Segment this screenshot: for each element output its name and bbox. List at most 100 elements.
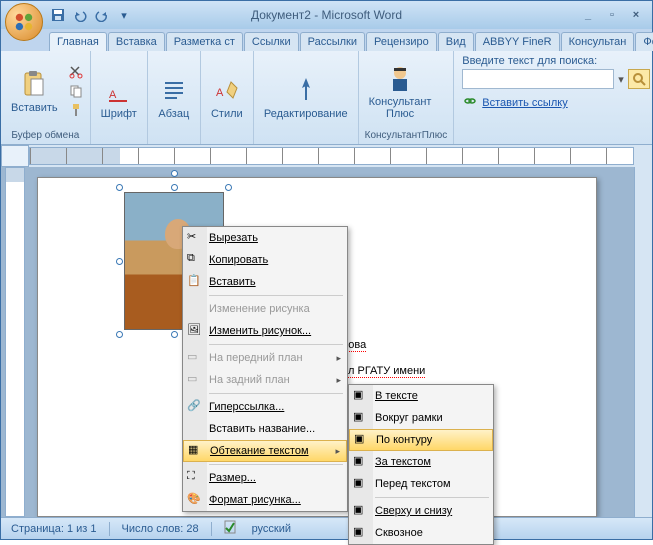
- wrap-icon: ▦: [188, 443, 204, 459]
- close-button[interactable]: ×: [628, 7, 644, 23]
- menu-cut[interactable]: ✂Вырезать: [183, 227, 347, 249]
- copy-icon: ⧉: [187, 252, 203, 268]
- menu-copy[interactable]: ⧉Копировать: [183, 249, 347, 271]
- menu-text-wrapping[interactable]: ▦Обтекание текстом▸: [183, 440, 347, 462]
- editing-button[interactable]: Редактирование: [260, 72, 352, 122]
- tab-mailings[interactable]: Рассылки: [300, 32, 365, 51]
- cut-button[interactable]: [68, 64, 84, 80]
- resize-handle[interactable]: [171, 331, 178, 338]
- resize-handle[interactable]: [225, 184, 232, 191]
- group-search: Введите текст для поиска: ▾ Вставить ссы…: [454, 51, 653, 144]
- format-icon: 🎨: [187, 492, 203, 508]
- paragraph-label: Абзац: [158, 108, 189, 120]
- undo-icon: [73, 8, 87, 22]
- magnifier-icon: [632, 72, 646, 86]
- status-words[interactable]: Число слов: 28: [122, 523, 199, 535]
- vertical-scrollbar[interactable]: [634, 167, 652, 517]
- bring-front-icon: ▭: [187, 350, 203, 366]
- status-page[interactable]: Страница: 1 из 1: [11, 523, 97, 535]
- font-button[interactable]: A Шрифт: [97, 72, 141, 122]
- resize-handle[interactable]: [116, 184, 123, 191]
- wrap-in-front[interactable]: ▣Перед текстом: [349, 473, 493, 495]
- tab-format[interactable]: Формат: [635, 32, 653, 51]
- group-consultant: Консультант Плюс КонсультантПлюс: [359, 51, 455, 144]
- save-icon: [51, 8, 65, 22]
- format-painter-button[interactable]: [68, 102, 84, 118]
- wrap-front-icon: ▣: [353, 476, 369, 492]
- qat-customize[interactable]: ▾: [115, 6, 133, 24]
- menu-hyperlink[interactable]: 🔗Гиперссылка...: [183, 396, 347, 418]
- restore-button[interactable]: ▫: [604, 7, 620, 23]
- wrap-inline[interactable]: ▣В тексте: [349, 385, 493, 407]
- styles-button[interactable]: A Стили: [207, 72, 247, 122]
- picture-icon: 🖼: [187, 323, 203, 339]
- copy-button[interactable]: [68, 83, 84, 99]
- group-font: A Шрифт: [91, 51, 148, 144]
- tab-layout[interactable]: Разметка ст: [166, 32, 243, 51]
- undo-button[interactable]: [71, 6, 89, 24]
- paragraph-button[interactable]: Абзац: [154, 72, 194, 122]
- search-input[interactable]: [462, 69, 614, 89]
- menu-paste[interactable]: 📋Вставить: [183, 271, 347, 293]
- menu-bring-front: ▭На передний план▸: [183, 347, 347, 369]
- tab-references[interactable]: Ссылки: [244, 32, 299, 51]
- consultant-icon: [384, 62, 416, 94]
- group-editing: Редактирование: [254, 51, 359, 144]
- menu-send-back: ▭На задний план▸: [183, 369, 347, 391]
- redo-icon: [95, 8, 109, 22]
- status-language[interactable]: русский: [252, 523, 291, 535]
- styles-icon: A: [211, 74, 243, 106]
- statusbar: Страница: 1 из 1 Число слов: 28 русский: [1, 517, 652, 539]
- search-dropdown[interactable]: ▾: [618, 73, 624, 86]
- scissors-icon: ✂: [187, 230, 203, 246]
- vertical-ruler[interactable]: [5, 167, 25, 517]
- find-icon: [290, 74, 322, 106]
- wrap-inline-icon: ▣: [353, 388, 369, 404]
- redo-button[interactable]: [93, 6, 111, 24]
- menu-size[interactable]: ⛶Размер...: [183, 467, 347, 489]
- tab-insert[interactable]: Вставка: [108, 32, 165, 51]
- group-paragraph: Абзац: [148, 51, 201, 144]
- paragraph-icon: [158, 74, 190, 106]
- ruler-corner[interactable]: [1, 145, 29, 167]
- save-button[interactable]: [49, 6, 67, 24]
- search-go-button[interactable]: [628, 69, 650, 89]
- menu-change-pic-header: Изменение рисунка: [183, 298, 347, 320]
- window-controls: _ ▫ ×: [580, 7, 652, 23]
- wrap-through[interactable]: ▣Сквозное: [349, 522, 493, 544]
- resize-handle[interactable]: [171, 184, 178, 191]
- wrap-top-bottom[interactable]: ▣Сверху и снизу: [349, 500, 493, 522]
- consultant-button[interactable]: Консультант Плюс: [365, 60, 436, 122]
- consultant-label: Консультант Плюс: [369, 96, 432, 120]
- minimize-button[interactable]: _: [580, 7, 596, 23]
- resize-handle[interactable]: [116, 331, 123, 338]
- font-label: Шрифт: [101, 108, 137, 120]
- paste-button[interactable]: Вставить: [7, 66, 62, 116]
- link-icon: [462, 93, 478, 109]
- ribbon: Вставить Буфер обмена A Шрифт: [1, 51, 652, 145]
- menu-insert-caption[interactable]: Вставить название...: [183, 418, 347, 440]
- insert-link[interactable]: Вставить ссылку: [482, 97, 567, 109]
- wrap-topbot-icon: ▣: [353, 503, 369, 519]
- tab-home[interactable]: Главная: [49, 32, 107, 51]
- menu-format-picture[interactable]: 🎨Формат рисунка...: [183, 489, 347, 511]
- svg-text:A: A: [109, 89, 117, 101]
- resize-handle[interactable]: [116, 258, 123, 265]
- horizontal-ruler[interactable]: [29, 147, 634, 165]
- wrap-square[interactable]: ▣Вокруг рамки: [349, 407, 493, 429]
- menu-change-picture[interactable]: 🖼Изменить рисунок...: [183, 320, 347, 342]
- tab-review[interactable]: Рецензиро: [366, 32, 437, 51]
- rotate-handle[interactable]: [171, 170, 178, 177]
- tab-abbyy[interactable]: ABBYY FineR: [475, 32, 560, 51]
- tab-consultant[interactable]: Консультан: [561, 32, 635, 51]
- wrap-through-icon: ▣: [353, 525, 369, 541]
- wrap-behind[interactable]: ▣За текстом: [349, 451, 493, 473]
- consultant-group-label: КонсультантПлюс: [365, 129, 448, 142]
- office-logo-icon: [13, 11, 35, 33]
- tab-view[interactable]: Вид: [438, 32, 474, 51]
- spellcheck-icon[interactable]: [224, 520, 240, 537]
- wrap-tight[interactable]: ▣По контуру: [349, 429, 493, 451]
- office-button[interactable]: [5, 3, 43, 41]
- wrap-behind-icon: ▣: [353, 454, 369, 470]
- quick-access-toolbar: ▾: [49, 6, 133, 24]
